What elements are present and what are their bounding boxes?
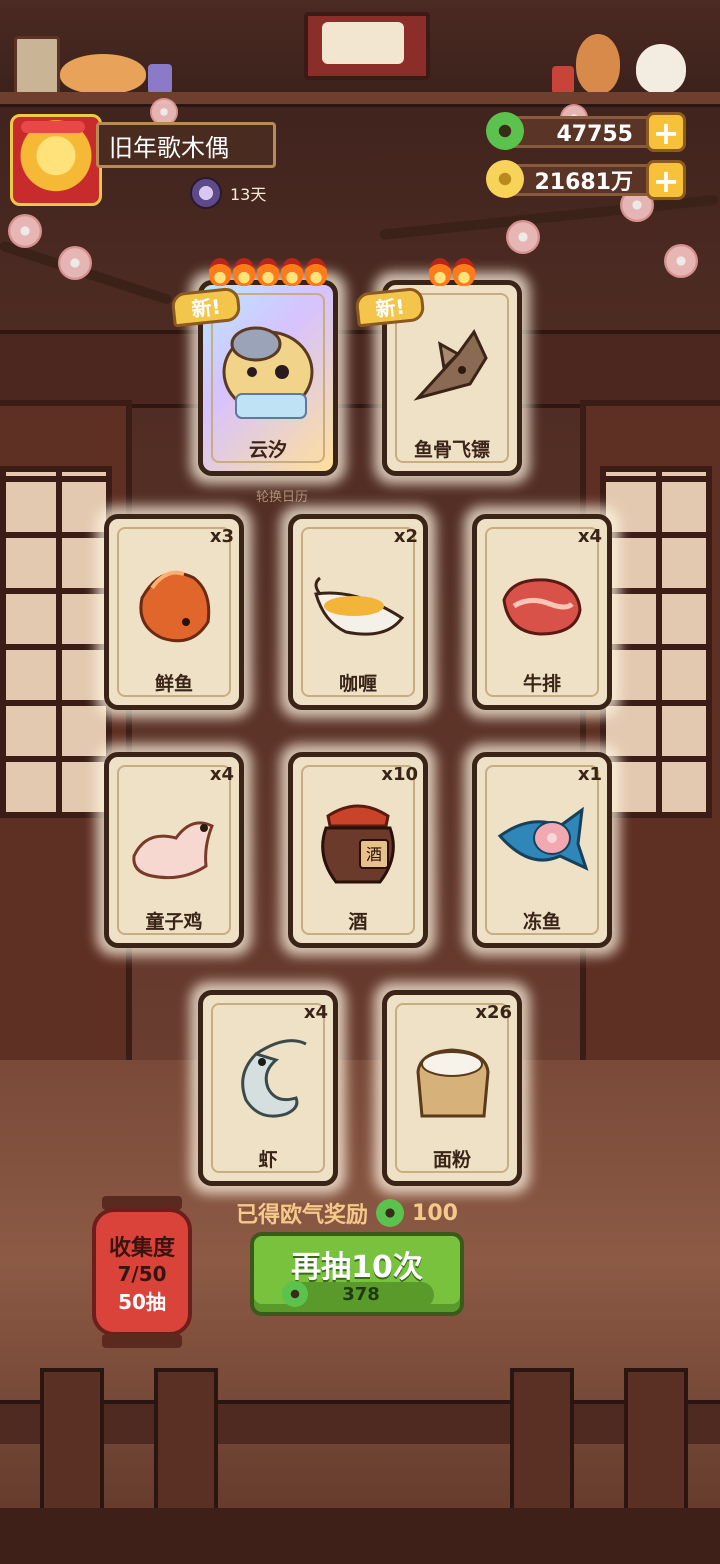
item-count: x10 bbox=[381, 764, 418, 785]
blossom bbox=[8, 214, 42, 248]
game-scene: 旧年歌木偶 13天 47755 + 21681万 + 新! 云汐 新! 鱼骨飞镖… bbox=[0, 0, 720, 1564]
draw-cost-value: 378 bbox=[342, 1284, 380, 1305]
card-name: 咖喱 bbox=[338, 673, 377, 695]
chicken-icon bbox=[122, 786, 226, 894]
card-name: 云汐 bbox=[248, 439, 287, 461]
collection-lantern[interactable]: 收集度 7/50 50抽 bbox=[92, 1196, 192, 1352]
child-figure-icon bbox=[576, 34, 620, 94]
flame-icon bbox=[233, 258, 255, 286]
hamster-character-icon bbox=[216, 314, 320, 422]
blossom bbox=[664, 244, 698, 278]
blossom bbox=[58, 246, 92, 280]
coin-amount: 21681万 bbox=[502, 164, 662, 196]
card-name: 童子鸡 bbox=[145, 911, 203, 933]
paw-frame-icon[interactable] bbox=[14, 36, 60, 96]
card-item[interactable]: 酒 x10 酒 bbox=[280, 744, 436, 956]
add-coins-button[interactable]: + bbox=[646, 160, 686, 200]
card-name: 酒 bbox=[348, 911, 368, 933]
frozen-fish-icon bbox=[490, 786, 594, 894]
fence-rail bbox=[0, 1400, 720, 1444]
draw-button-label: 再抽10次 bbox=[291, 1250, 423, 1285]
draw-again-button[interactable]: 再抽10次 378 bbox=[250, 1232, 464, 1316]
coin-icon bbox=[486, 160, 524, 198]
card-featured[interactable]: 新! 鱼骨飞镖 bbox=[354, 258, 530, 484]
jade-icon bbox=[376, 1199, 405, 1227]
collection-draws: 50抽 bbox=[118, 1289, 166, 1314]
card-item[interactable]: x4 童子鸡 bbox=[96, 744, 252, 956]
flame-icon bbox=[281, 258, 303, 286]
branch-right bbox=[379, 194, 719, 240]
draw-cost: 378 bbox=[282, 1281, 434, 1308]
card-name: 冻鱼 bbox=[522, 911, 561, 933]
item-count: x3 bbox=[209, 526, 234, 547]
card-item[interactable]: x2 咖喱 bbox=[280, 506, 436, 718]
fence-base bbox=[0, 1508, 720, 1564]
collection-title: 收集度 bbox=[108, 1235, 175, 1261]
right-door bbox=[580, 400, 720, 1072]
rotation-hint: 轮换日历 bbox=[256, 490, 309, 505]
card-item[interactable]: x4 牛排 bbox=[464, 506, 620, 718]
item-count: x2 bbox=[393, 526, 418, 547]
flame-icon bbox=[305, 258, 327, 286]
player-avatar[interactable] bbox=[10, 114, 102, 206]
item-count: x26 bbox=[475, 1002, 512, 1023]
item-count: x1 bbox=[577, 764, 602, 785]
add-jade-button[interactable]: + bbox=[646, 112, 686, 152]
reward-amount: 100 bbox=[412, 1200, 458, 1226]
luck-reward: 已得欧气奖励 100 bbox=[236, 1196, 458, 1230]
card-item[interactable]: x4 虾 bbox=[190, 982, 346, 1194]
steak-icon bbox=[490, 548, 594, 656]
flour-sack-icon bbox=[400, 1024, 504, 1132]
card-item[interactable]: x3 鲜鱼 bbox=[96, 506, 252, 718]
rarity-flames bbox=[198, 258, 338, 286]
card-featured[interactable]: 新! 云汐 bbox=[170, 258, 346, 484]
hanging-scroll bbox=[304, 12, 430, 80]
fresh-fish-icon bbox=[122, 548, 226, 656]
card-name: 鱼骨飞镖 bbox=[413, 439, 490, 461]
sleeping-cat-icon bbox=[60, 54, 146, 94]
flame-icon bbox=[453, 258, 475, 286]
jar-label: 酒 bbox=[366, 845, 382, 864]
jade-icon bbox=[486, 112, 524, 150]
coin-currency: 21681万 + bbox=[486, 160, 686, 200]
ceiling-beam bbox=[0, 330, 720, 408]
flame-icon bbox=[209, 258, 231, 286]
shrimp-icon bbox=[216, 1024, 320, 1132]
character-badge-icon bbox=[190, 177, 222, 209]
red-jar-icon bbox=[552, 66, 574, 94]
flame-icon bbox=[257, 258, 279, 286]
jade-amount: 47755 bbox=[502, 116, 662, 148]
days-count: 13天 bbox=[230, 185, 267, 204]
blossom bbox=[506, 220, 540, 254]
top-shelf bbox=[0, 0, 720, 107]
left-door bbox=[0, 400, 132, 1072]
card-name: 面粉 bbox=[432, 1149, 471, 1171]
player-name[interactable]: 旧年歌木偶 bbox=[96, 122, 276, 168]
card-item[interactable]: x1 冻鱼 bbox=[464, 744, 620, 956]
jade-icon bbox=[282, 1281, 308, 1307]
jar-icon bbox=[148, 64, 172, 94]
login-days: 13天 bbox=[190, 177, 267, 209]
card-name: 鲜鱼 bbox=[154, 673, 193, 695]
card-item[interactable]: x26 面粉 bbox=[374, 982, 530, 1194]
rarity-flames bbox=[382, 258, 522, 286]
jade-currency: 47755 + bbox=[486, 112, 686, 152]
flame-icon bbox=[429, 258, 451, 286]
wine-jar-icon: 酒 bbox=[306, 786, 410, 894]
item-count: x4 bbox=[577, 526, 602, 547]
reward-label: 已得欧气奖励 bbox=[236, 1203, 369, 1228]
fish-bone-dart-icon bbox=[400, 314, 504, 422]
white-cat-icon bbox=[636, 44, 686, 94]
collection-progress: 7/50 bbox=[117, 1261, 167, 1286]
item-count: x4 bbox=[303, 1002, 328, 1023]
card-name: 牛排 bbox=[522, 673, 561, 695]
curry-icon bbox=[306, 548, 410, 656]
item-count: x4 bbox=[209, 764, 234, 785]
card-name: 虾 bbox=[258, 1149, 278, 1171]
